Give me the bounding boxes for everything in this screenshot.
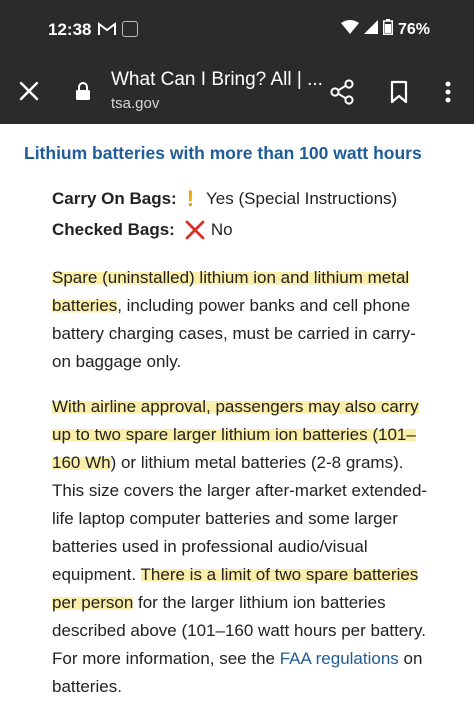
highlighted-text: Spare (uninstalled) lithium ion and lith…	[52, 268, 410, 287]
more-vert-icon[interactable]	[436, 76, 460, 108]
text-line: described above (101–160 watt hours per …	[52, 621, 426, 640]
text-line: per person for the larger lithium ion ba…	[52, 589, 452, 617]
text-line: up to two spare larger lithium ion batte…	[52, 421, 452, 449]
text-segment: for the larger lithium ion batteries	[133, 593, 386, 612]
text-line: batteries, including power banks and cel…	[52, 292, 452, 320]
faa-regulations-link[interactable]: FAA regulations	[280, 649, 399, 668]
page-content: Lithium batteries with more than 100 wat…	[0, 124, 474, 712]
text-line: equipment. There is a limit of two spare…	[52, 561, 452, 589]
checked-bags-row: Checked Bags: No	[52, 220, 233, 240]
section-heading: Lithium batteries with more than 100 wat…	[24, 143, 422, 163]
gmail-icon	[98, 22, 116, 41]
status-time: 12:38	[48, 20, 92, 39]
page-url[interactable]: tsa.gov	[111, 95, 159, 112]
highlighted-text: There is a limit of two spare batteries	[140, 565, 419, 584]
status-bar: 12:38 76%	[0, 0, 474, 60]
text-segment: ) or lithium metal batteries (2-8 grams)…	[110, 453, 404, 472]
text-segment: equipment.	[52, 565, 141, 584]
text-line: 160 Wh) or lithium metal batteries (2-8 …	[52, 449, 452, 477]
bookmark-icon[interactable]	[384, 76, 414, 108]
text-line: battery charging cases, must be carried …	[52, 324, 416, 343]
text-line: Spare (uninstalled) lithium ion and lith…	[52, 264, 452, 292]
share-icon[interactable]	[326, 76, 358, 108]
highlighted-text: batteries	[52, 296, 118, 315]
browser-toolbar: What Can I Bring? All | ... tsa.gov	[0, 60, 474, 124]
highlighted-text: per person	[52, 593, 134, 612]
carry-on-row: Carry On Bags: ! Yes (Special Instructio…	[52, 188, 397, 210]
paragraph-spare-batteries: Spare (uninstalled) lithium ion and lith…	[52, 264, 452, 376]
battery-percent: 76%	[397, 20, 430, 38]
text-segment: For more information, see the	[52, 649, 280, 668]
x-mark-icon	[185, 220, 205, 240]
status-icons: 76%	[340, 19, 430, 40]
highlighted-text: up to two spare larger lithium ion batte…	[52, 425, 416, 444]
text-line: With airline approval, passengers may al…	[52, 393, 452, 421]
checked-bags-value: No	[210, 220, 233, 239]
app-notification-icon	[122, 21, 138, 37]
text-line: batteries used in professional audio/vis…	[52, 537, 368, 556]
lock-icon	[76, 82, 90, 105]
battery-icon	[382, 19, 393, 40]
text-line: This size covers the larger after-market…	[52, 481, 428, 500]
text-segment: , including power banks and cell phone	[117, 296, 411, 315]
page-title[interactable]: What Can I Bring? All | ...	[111, 69, 323, 91]
text-line: life laptop computer batteries and some …	[52, 509, 398, 528]
text-line: on baggage only.	[52, 352, 182, 371]
carry-on-value: Yes (Special Instructions)	[206, 189, 398, 208]
wifi-icon	[340, 20, 359, 39]
highlighted-text: With airline approval, passengers may al…	[52, 397, 419, 416]
close-icon[interactable]	[14, 76, 44, 106]
paragraph-airline-approval: With airline approval, passengers may al…	[52, 393, 452, 701]
highlighted-text: 160 Wh	[52, 453, 111, 472]
carry-on-label: Carry On Bags:	[52, 189, 177, 208]
exclamation-icon: !	[186, 186, 195, 211]
text-line: For more information, see the FAA regula…	[52, 645, 452, 673]
text-segment: on	[398, 649, 423, 668]
checked-bags-label: Checked Bags:	[52, 220, 175, 239]
signal-icon	[363, 20, 378, 39]
text-line: batteries.	[52, 677, 122, 696]
